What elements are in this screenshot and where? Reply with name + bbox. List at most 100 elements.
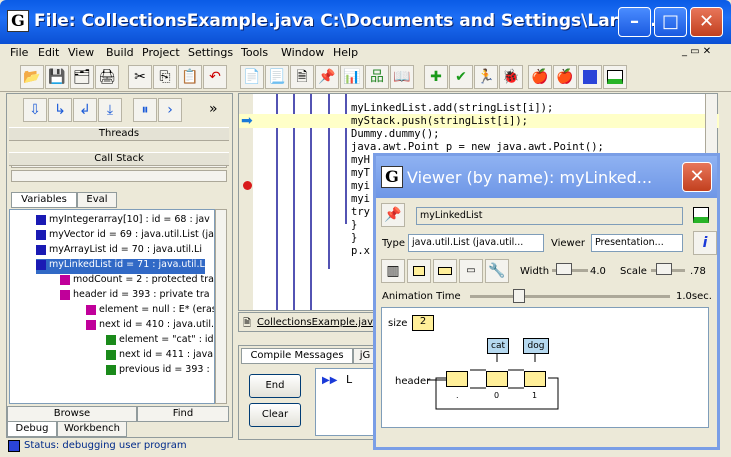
menu-window[interactable]: Window <box>281 46 324 59</box>
index-header: . <box>456 391 459 400</box>
run-to-icon[interactable]: ⤓ <box>98 98 122 122</box>
wrench-icon[interactable]: 🔧 <box>485 259 509 283</box>
tree-row[interactable]: header id = 393 : private tra <box>60 289 210 304</box>
tree-row[interactable]: myArrayList id = 70 : java.util.Li <box>36 244 202 259</box>
save-all-icon[interactable]: 🗂 <box>70 65 94 89</box>
paste-icon[interactable]: 📋 <box>178 65 202 89</box>
doc2-icon[interactable]: 📃 <box>265 65 289 89</box>
tree-row[interactable]: element = null : E* (eras <box>86 304 214 319</box>
menu-tools[interactable]: Tools <box>241 46 268 59</box>
toolbar: 📂 💾 🗂 🖨 ✂ ⎘ 📋 ↶ 📄 📃 🗎 📌 📊 品 📖 ✚ ✔ 🏃 🐞 🍎 … <box>0 62 731 92</box>
threads-header[interactable]: Threads <box>9 127 229 141</box>
tree-row[interactable]: myIntegerarray[10] : id = 68 : jav <box>36 214 210 229</box>
tree-row-label: header id = 393 : private tra <box>73 289 210 300</box>
tab-compile-messages[interactable]: Compile Messages <box>241 348 353 364</box>
info-icon[interactable]: i <box>693 231 717 255</box>
tree-row[interactable]: next id = 410 : java.util.l <box>86 319 214 334</box>
chart-icon[interactable]: 📊 <box>340 65 364 89</box>
layout2-icon[interactable] <box>407 259 431 283</box>
end-button[interactable]: End <box>249 374 301 398</box>
copy-icon[interactable]: ⎘ <box>153 65 177 89</box>
step-in-icon[interactable]: ↳ <box>48 98 72 122</box>
menu-project[interactable]: Project <box>142 46 180 59</box>
list-node-1[interactable] <box>524 371 546 387</box>
compile-icon[interactable]: ✚ <box>424 65 448 89</box>
pin-icon[interactable]: 📌 <box>315 65 339 89</box>
variable-icon <box>60 274 70 285</box>
menu-build[interactable]: Build <box>106 46 134 59</box>
menu-settings[interactable]: Settings <box>188 46 233 59</box>
debug-icon[interactable]: 🐞 <box>499 65 523 89</box>
animation-slider-thumb[interactable] <box>513 289 525 303</box>
print-icon[interactable]: 🖨 <box>95 65 119 89</box>
variable-icon <box>36 214 46 225</box>
tab-find[interactable]: Find <box>137 406 229 422</box>
tab-debug[interactable]: Debug <box>7 421 57 437</box>
layout3-icon[interactable] <box>433 259 457 283</box>
tree-row[interactable]: element = "cat" : id <box>106 334 214 349</box>
doc-icon[interactable]: 📄 <box>240 65 264 89</box>
pause-icon[interactable]: ⏸ <box>133 98 157 122</box>
doc3-icon[interactable]: 🗎 <box>290 65 314 89</box>
call-stack-header[interactable]: Call Stack <box>9 152 229 166</box>
code-line: } <box>351 219 358 231</box>
breakpoint-icon[interactable] <box>243 181 252 190</box>
value-cat[interactable]: cat <box>487 338 509 354</box>
save-icon[interactable]: 💾 <box>45 65 69 89</box>
list-node-header[interactable] <box>446 371 468 387</box>
tree-scrollbar[interactable] <box>215 209 227 404</box>
tree-row-label: myVector id = 69 : java.util.List (ja <box>49 229 214 240</box>
restore-icon[interactable]: _ ▭ ✕ <box>682 46 711 57</box>
menu-help[interactable]: Help <box>333 46 358 59</box>
tree-row[interactable]: previous id = 393 : <box>106 364 210 379</box>
code-line: myH <box>351 154 370 166</box>
layout1-icon[interactable]: ▥ <box>381 259 405 283</box>
type-select[interactable]: java.util.List (java.util... <box>408 234 544 252</box>
tree-row[interactable]: myLinkedList id = 71 : java.util.L <box>36 259 205 274</box>
cut-icon[interactable]: ✂ <box>128 65 152 89</box>
menu-view[interactable]: View <box>68 46 94 59</box>
tab-eval[interactable]: Eval <box>77 192 117 208</box>
undo-icon[interactable]: ↶ <box>203 65 227 89</box>
run-io-area[interactable]: ▶▶ L <box>315 368 377 436</box>
book-icon[interactable]: 📖 <box>390 65 414 89</box>
apple-icon[interactable]: 🍎 <box>528 65 552 89</box>
viewer-window-icon[interactable] <box>693 207 709 223</box>
resume-icon[interactable]: › <box>158 98 182 122</box>
app-icon[interactable]: G <box>7 10 29 32</box>
status-icon <box>8 440 20 452</box>
maximize-button[interactable]: □ <box>654 7 687 37</box>
apple2-icon[interactable]: 🍎 <box>553 65 577 89</box>
call-stack-scrollbar[interactable] <box>11 170 227 182</box>
run-icon[interactable]: 🏃 <box>474 65 498 89</box>
minimize-button[interactable]: – <box>618 7 651 37</box>
viewer-pin-icon[interactable]: 📌 <box>381 203 405 227</box>
blue-square-icon[interactable] <box>578 65 602 89</box>
tree-row[interactable]: modCount = 2 : protected tra <box>60 274 214 289</box>
file-tab[interactable]: CollectionsExample.java <box>257 317 379 328</box>
list-node-0[interactable] <box>486 371 508 387</box>
tab-browse[interactable]: Browse <box>7 406 137 422</box>
menu-edit[interactable]: Edit <box>38 46 59 59</box>
viewer-close-button[interactable]: ✕ <box>682 162 712 192</box>
layout4-icon[interactable]: ▭ <box>459 259 483 283</box>
check-icon[interactable]: ✔ <box>449 65 473 89</box>
open-icon[interactable]: 📂 <box>20 65 44 89</box>
tree-row[interactable]: myVector id = 69 : java.util.List (ja <box>36 229 214 244</box>
clear-button[interactable]: Clear <box>249 403 301 427</box>
step-out-icon[interactable]: ↲ <box>73 98 97 122</box>
tab-workbench[interactable]: Workbench <box>57 421 127 437</box>
green-window-icon[interactable] <box>603 65 627 89</box>
more-icon[interactable]: » <box>209 101 218 117</box>
tree-row[interactable]: next id = 411 : java. <box>106 349 214 364</box>
viewer-select[interactable]: Presentation... <box>591 234 683 252</box>
value-dog[interactable]: dog <box>523 338 549 354</box>
close-button[interactable]: ✕ <box>690 7 723 37</box>
tab-variables[interactable]: Variables <box>11 192 77 208</box>
width-slider-thumb[interactable] <box>556 263 572 275</box>
menu-file[interactable]: File <box>10 46 28 59</box>
animation-slider[interactable] <box>470 295 670 298</box>
tree-icon[interactable]: 品 <box>365 65 389 89</box>
scale-slider-thumb[interactable] <box>656 263 672 275</box>
step-over-icon[interactable]: ⇩ <box>23 98 47 122</box>
